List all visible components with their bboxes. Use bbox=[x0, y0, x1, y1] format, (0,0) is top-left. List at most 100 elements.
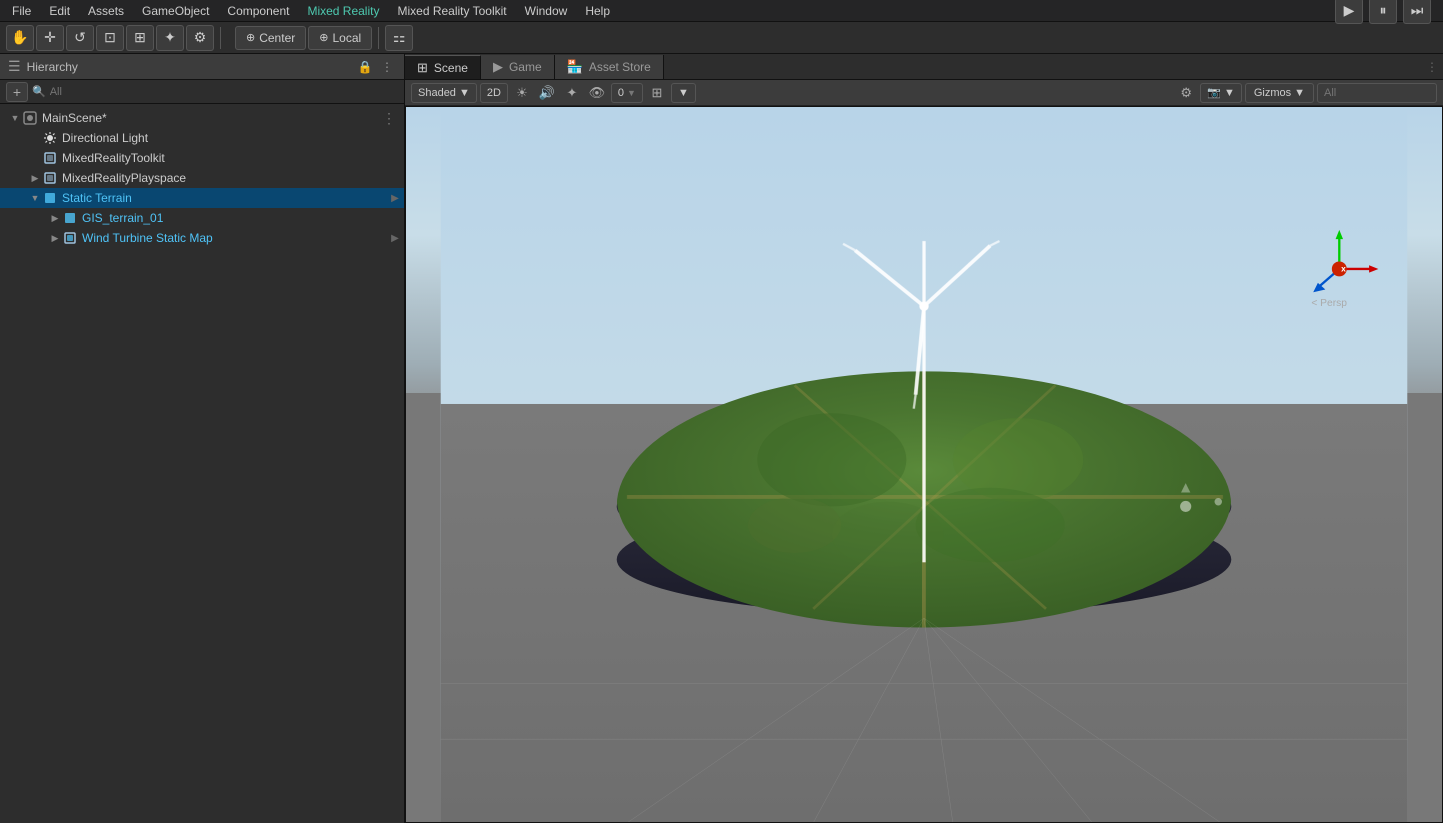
tree-icon-static-terrain bbox=[42, 190, 58, 206]
rotate-tool-button[interactable]: ↺ bbox=[66, 25, 94, 51]
gizmos-button[interactable]: Gizmos ▼ bbox=[1245, 83, 1314, 103]
rect-tool-button[interactable]: ⊞ bbox=[126, 25, 154, 51]
svg-text:< Persp: < Persp bbox=[1311, 298, 1347, 309]
static-terrain-expand-arrow[interactable]: ▶ bbox=[386, 189, 404, 207]
toolbar-separator-1 bbox=[220, 27, 221, 49]
hierarchy-header-icon: ☰ bbox=[8, 58, 21, 75]
custom-tool-button[interactable]: ⚙ bbox=[186, 25, 214, 51]
tree-icon-directional-light bbox=[42, 130, 58, 146]
tree-arrow-static-terrain: ▼ bbox=[28, 191, 42, 205]
game-tab-label: Game bbox=[509, 60, 542, 74]
toolbar-separator-2 bbox=[378, 27, 379, 49]
extra-tool-button[interactable]: ⚏ bbox=[385, 25, 413, 51]
overlay-count-label: 0 bbox=[618, 87, 624, 99]
tab-more-button[interactable]: ⋮ bbox=[1421, 55, 1443, 79]
hierarchy-title: Hierarchy bbox=[27, 60, 78, 74]
scene-svg: x < Persp bbox=[405, 106, 1443, 823]
center-button[interactable]: ⊕ Center bbox=[235, 26, 306, 50]
scene-toolbar: Shaded ▼ 2D ☀ 🔊 ✦ 👁 0 ▼ ⊞ ▼ ⚙ 📷 bbox=[405, 80, 1443, 106]
menu-mixed-reality[interactable]: Mixed Reality bbox=[299, 2, 387, 20]
twod-label: 2D bbox=[487, 87, 501, 99]
hierarchy-tree: ▼ MainScene* ⋮ ▶ bbox=[0, 104, 404, 823]
hierarchy-more-button[interactable]: ⋮ bbox=[378, 58, 396, 76]
local-button[interactable]: ⊕ Local bbox=[308, 26, 372, 50]
hand-tool-button[interactable]: ✋ bbox=[6, 25, 34, 51]
hierarchy-header-actions: 🔒 ⋮ bbox=[356, 58, 396, 76]
move-tool-button[interactable]: ✛ bbox=[36, 25, 64, 51]
tree-item-mainscene[interactable]: ▼ MainScene* ⋮ bbox=[0, 108, 404, 128]
shaded-dropdown[interactable]: Shaded ▼ bbox=[411, 83, 477, 103]
tree-label-mrplayspace: MixedRealityPlayspace bbox=[62, 171, 404, 185]
scene-more-dropdown[interactable]: ▼ bbox=[671, 83, 696, 103]
tab-scene[interactable]: ⊞ Scene bbox=[405, 55, 481, 79]
tree-arrow-gis-terrain: ▶ bbox=[48, 211, 62, 225]
wind-turbine-expand-arrow[interactable]: ▶ bbox=[386, 229, 404, 247]
hierarchy-search-input[interactable] bbox=[50, 86, 398, 98]
pause-button[interactable]: ⏸ bbox=[1369, 0, 1397, 24]
twod-button[interactable]: 2D bbox=[480, 83, 508, 103]
tab-bar: ⊞ Scene ▶ Game 🏪 Asset Store ⋮ bbox=[405, 54, 1443, 80]
camera-dropdown[interactable]: 📷 ▼ bbox=[1200, 83, 1242, 103]
tab-asset-store[interactable]: 🏪 Asset Store bbox=[555, 55, 664, 79]
menu-mixed-reality-toolkit[interactable]: Mixed Reality Toolkit bbox=[389, 2, 514, 20]
tree-item-mrtoolkit[interactable]: ▶ MixedRealityToolkit bbox=[0, 148, 404, 168]
scale-tool-button[interactable]: ⊡ bbox=[96, 25, 124, 51]
search-icon: 🔍 bbox=[32, 85, 46, 98]
shaded-dropdown-arrow: ▼ bbox=[459, 87, 470, 99]
tree-arrow-mrplayspace: ▶ bbox=[28, 171, 42, 185]
hierarchy-add-button[interactable]: + bbox=[6, 82, 28, 102]
hierarchy-more-dots[interactable]: ⋮ bbox=[382, 110, 404, 127]
hierarchy-panel: ☰ Hierarchy 🔒 ⋮ + 🔍 ▼ MainScene* ⋮ bbox=[0, 54, 405, 823]
scene-toolbar-right: ⚙ 📷 ▼ Gizmos ▼ bbox=[1175, 83, 1437, 103]
play-button[interactable]: ▶ bbox=[1335, 0, 1363, 24]
scene-settings-icon[interactable]: ⚙ bbox=[1175, 83, 1197, 103]
asset-store-tab-label: Asset Store bbox=[589, 60, 651, 74]
scene-search-input[interactable] bbox=[1317, 83, 1437, 103]
tree-item-gis-terrain[interactable]: ▶ GIS_terrain_01 bbox=[0, 208, 404, 228]
transform-tool-button[interactable]: ✦ bbox=[156, 25, 184, 51]
scene-audio-icon[interactable]: 🔊 bbox=[536, 83, 558, 103]
scene-tab-label: Scene bbox=[434, 61, 468, 75]
overlay-counter[interactable]: 0 ▼ bbox=[611, 83, 643, 103]
menu-help[interactable]: Help bbox=[577, 2, 618, 20]
hierarchy-header: ☰ Hierarchy 🔒 ⋮ bbox=[0, 54, 404, 80]
menu-edit[interactable]: Edit bbox=[41, 2, 78, 20]
step-button[interactable]: ⏭ bbox=[1403, 0, 1431, 24]
tree-label-mrtoolkit: MixedRealityToolkit bbox=[62, 151, 404, 165]
tree-icon-wind-turbine bbox=[62, 230, 78, 246]
shaded-label: Shaded bbox=[418, 87, 456, 99]
gizmos-label: Gizmos bbox=[1254, 87, 1291, 99]
tree-label-mainscene: MainScene* bbox=[42, 111, 382, 125]
tree-label-directional-light: Directional Light bbox=[62, 131, 404, 145]
scene-hidden-icon[interactable]: 👁 bbox=[586, 83, 608, 103]
camera-icon: 📷 bbox=[1207, 86, 1221, 99]
menu-gameobject[interactable]: GameObject bbox=[134, 2, 217, 20]
tree-arrow-wind-turbine: ▶ bbox=[48, 231, 62, 245]
tree-arrow-mainscene: ▼ bbox=[8, 111, 22, 125]
tree-icon-mrtoolkit bbox=[42, 150, 58, 166]
tree-icon-mrplayspace bbox=[42, 170, 58, 186]
hierarchy-lock-button[interactable]: 🔒 bbox=[356, 58, 374, 76]
scene-grid-icon[interactable]: ⊞ bbox=[646, 83, 668, 103]
tree-item-wind-turbine[interactable]: ▶ Wind Turbine Static Map ▶ bbox=[0, 228, 404, 248]
scene-fx-icon[interactable]: ✦ bbox=[561, 83, 583, 103]
tree-icon-mainscene bbox=[22, 110, 38, 126]
menu-window[interactable]: Window bbox=[517, 2, 576, 20]
tree-label-static-terrain: Static Terrain bbox=[62, 191, 386, 205]
menu-component[interactable]: Component bbox=[219, 2, 297, 20]
menu-assets[interactable]: Assets bbox=[80, 2, 132, 20]
center-local-group: ⊕ Center ⊕ Local bbox=[235, 26, 372, 50]
tab-game[interactable]: ▶ Game bbox=[481, 55, 555, 79]
toolbar: ✋ ✛ ↺ ⊡ ⊞ ✦ ⚙ ⊕ Center ⊕ Local ⚏ bbox=[0, 22, 1443, 54]
tree-item-directional-light[interactable]: ▶ Directional Light bbox=[0, 128, 404, 148]
scene-lighting-icon[interactable]: ☀ bbox=[511, 83, 533, 103]
tree-icon-gis-terrain bbox=[62, 210, 78, 226]
menu-bar: File Edit Assets GameObject Component Mi… bbox=[0, 0, 1443, 22]
scene-view: ⊞ Scene ▶ Game 🏪 Asset Store ⋮ Shaded ▼ … bbox=[405, 54, 1443, 823]
tree-item-mrplayspace[interactable]: ▶ MixedRealityPlayspace bbox=[0, 168, 404, 188]
scene-3d-viewport[interactable]: x < Persp bbox=[405, 106, 1443, 823]
tree-item-static-terrain[interactable]: ▼ Static Terrain ▶ bbox=[0, 188, 404, 208]
scene-tab-icon: ⊞ bbox=[417, 60, 428, 76]
menu-file[interactable]: File bbox=[4, 2, 39, 20]
game-tab-icon: ▶ bbox=[493, 59, 503, 75]
